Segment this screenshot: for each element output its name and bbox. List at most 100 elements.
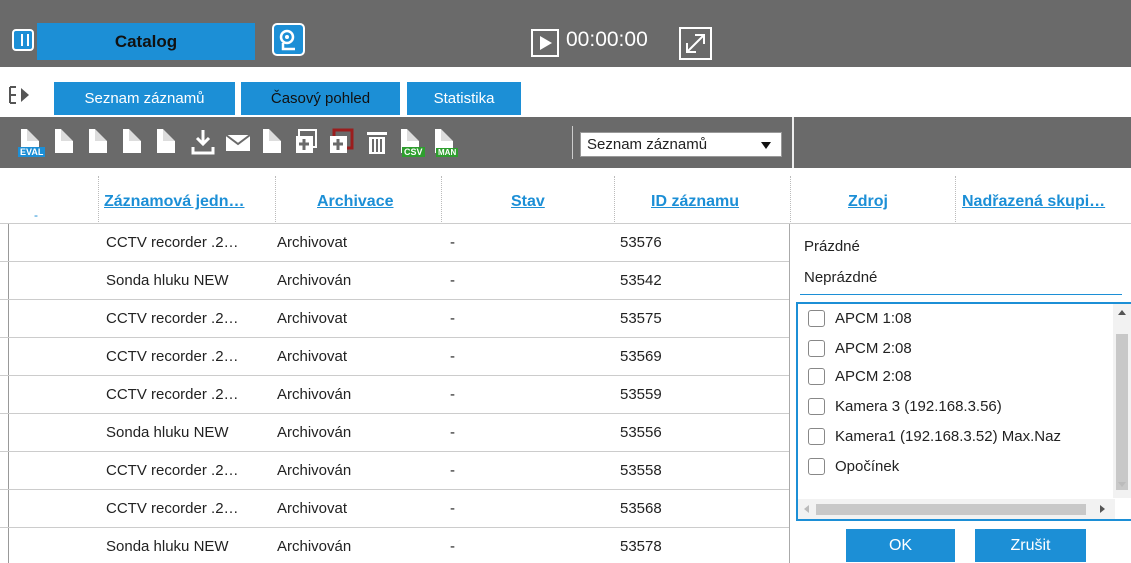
catalog-tab[interactable]: Catalog xyxy=(37,23,255,60)
scroll-up-icon[interactable] xyxy=(1118,310,1126,315)
column-header-nadrazena-skupina[interactable]: Nadřazená skupi… xyxy=(962,193,1105,211)
filter-option-label: APCM 1:08 xyxy=(835,310,912,327)
cell-unit: CCTV recorder .2… xyxy=(106,462,239,479)
cell-status: - xyxy=(450,462,455,479)
manual-icon[interactable]: MAN xyxy=(432,127,459,157)
cell-id: 53556 xyxy=(620,424,662,441)
scroll-down-icon[interactable] xyxy=(1118,482,1126,487)
cell-id: 53568 xyxy=(620,500,662,517)
cell-id: 53542 xyxy=(620,272,662,289)
camera-icon xyxy=(279,29,295,51)
table-row[interactable]: Sonda hluku NEW Archivován - 53556 xyxy=(0,414,790,452)
filter-option-label: Opočínek xyxy=(835,458,900,475)
cell-archive: Archivován xyxy=(277,462,352,479)
mail-icon[interactable] xyxy=(224,127,251,157)
checkbox[interactable] xyxy=(808,428,825,445)
cell-archive: Archivovat xyxy=(277,348,348,365)
cell-status: - xyxy=(450,500,455,517)
play-button[interactable] xyxy=(531,29,559,57)
horizontal-scrollbar[interactable] xyxy=(798,499,1115,519)
cell-status: - xyxy=(450,386,455,403)
column-separator xyxy=(275,176,276,222)
cell-unit: Sonda hluku NEW xyxy=(106,424,229,441)
eval-icon[interactable]: EVAL xyxy=(18,127,46,157)
delete-icon[interactable] xyxy=(364,127,390,157)
checkbox[interactable] xyxy=(808,340,825,357)
column-header-archivace[interactable]: Archivace xyxy=(317,193,394,211)
scroll-thumb[interactable] xyxy=(816,504,1086,515)
checkbox[interactable] xyxy=(808,458,825,475)
filter-checkbox-item[interactable]: Opočínek xyxy=(808,458,899,475)
table-row[interactable]: CCTV recorder .2… Archivovat - 53568 xyxy=(0,490,790,528)
filter-checkbox-item[interactable]: APCM 2:08 xyxy=(808,368,912,385)
filter-options-list[interactable]: APCM 1:08 APCM 2:08 APCM 2:08 Kamera 3 (… xyxy=(796,302,1131,521)
document-settings-icon[interactable] xyxy=(260,127,286,157)
filter-checkbox-item[interactable]: Kamera 3 (192.168.3.56) xyxy=(808,398,1002,415)
filter-option-label: Kamera 3 (192.168.3.56) xyxy=(835,398,1002,415)
cell-id: 53575 xyxy=(620,310,662,327)
filter-empty-option[interactable]: Prázdné xyxy=(804,238,860,255)
toolbar-separator xyxy=(572,126,573,159)
tab-seznam-zaznamu[interactable]: Seznam záznamů xyxy=(54,82,235,115)
filter-divider xyxy=(800,294,1122,295)
filter-checkbox-item[interactable]: APCM 2:08 xyxy=(808,340,912,357)
scroll-thumb[interactable] xyxy=(1116,334,1128,490)
cell-archive: Archivovat xyxy=(277,310,348,327)
select-column-marker[interactable]: - xyxy=(34,208,38,222)
cell-status: - xyxy=(450,272,455,289)
table-row[interactable]: CCTV recorder .2… Archivovat - 53575 xyxy=(0,300,790,338)
cell-unit: CCTV recorder .2… xyxy=(106,310,239,327)
column-separator xyxy=(98,176,99,222)
checkbox[interactable] xyxy=(808,368,825,385)
checkbox[interactable] xyxy=(808,310,825,327)
column-header-stav[interactable]: Stav xyxy=(511,193,545,211)
csv-export-icon[interactable]: CSV xyxy=(398,127,425,157)
column-header-zdroj[interactable]: Zdroj xyxy=(848,193,888,211)
cell-status: - xyxy=(450,310,455,327)
view-select[interactable]: Seznam záznamů xyxy=(580,132,782,157)
scroll-right-icon[interactable] xyxy=(1100,505,1105,513)
stack-icon[interactable] xyxy=(154,127,180,157)
cell-id: 53576 xyxy=(620,234,662,251)
time-display: 00:00:00 xyxy=(566,28,648,51)
scroll-left-icon[interactable] xyxy=(804,505,809,513)
table-row[interactable]: CCTV recorder .2… Archivovat - 53576 xyxy=(0,224,790,262)
cell-archive: Archivován xyxy=(277,272,352,289)
vertical-scrollbar[interactable] xyxy=(1113,304,1131,498)
table-row[interactable]: CCTV recorder .2… Archivován - 53559 xyxy=(0,376,790,414)
table-row[interactable]: Sonda hluku NEW Archivován - 53542 xyxy=(0,262,790,300)
cell-status: - xyxy=(450,424,455,441)
column-separator xyxy=(614,176,615,222)
cancel-button[interactable]: Zrušit xyxy=(975,529,1086,562)
source-filter-popup: Prázdné Neprázdné APCM 1:08 APCM 2:08 AP… xyxy=(789,224,1131,563)
panel-icon[interactable] xyxy=(12,29,34,51)
filter-nonempty-option[interactable]: Neprázdné xyxy=(804,269,877,286)
tab-casovy-pohled[interactable]: Časový pohled xyxy=(241,82,400,115)
stack-cross-icon[interactable] xyxy=(120,127,146,157)
table-row[interactable]: Sonda hluku NEW Archivován - 53578 xyxy=(0,528,790,563)
document-check-icon[interactable] xyxy=(52,127,78,157)
cell-archive: Archivován xyxy=(277,424,352,441)
filter-checkbox-item[interactable]: Kamera1 (192.168.3.52) Max.Naz xyxy=(808,428,1061,445)
checkbox[interactable] xyxy=(808,398,825,415)
column-separator xyxy=(790,176,791,222)
add-record-icon[interactable] xyxy=(294,127,320,157)
sidebar-toggle-icon[interactable] xyxy=(8,85,32,110)
fullscreen-button[interactable] xyxy=(679,27,712,60)
column-header-zaznamova-jednotka[interactable]: Záznamová jedn… xyxy=(104,193,244,211)
tab-statistika[interactable]: Statistika xyxy=(407,82,521,115)
cell-id: 53569 xyxy=(620,348,662,365)
table-row[interactable]: CCTV recorder .2… Archivován - 53558 xyxy=(0,452,790,490)
stack-check-icon[interactable] xyxy=(86,127,112,157)
download-icon[interactable] xyxy=(190,127,216,157)
cell-status: - xyxy=(450,538,455,555)
add-group-icon[interactable] xyxy=(328,127,354,157)
table-row[interactable]: CCTV recorder .2… Archivovat - 53569 xyxy=(0,338,790,376)
cell-archive: Archivovat xyxy=(277,500,348,517)
column-header-id-zaznamu[interactable]: ID záznamu xyxy=(651,193,739,211)
toolbar-divider xyxy=(792,117,794,168)
camera-button[interactable] xyxy=(272,23,305,56)
cell-unit: CCTV recorder .2… xyxy=(106,348,239,365)
filter-checkbox-item[interactable]: APCM 1:08 xyxy=(808,310,912,327)
ok-button[interactable]: OK xyxy=(846,529,955,562)
